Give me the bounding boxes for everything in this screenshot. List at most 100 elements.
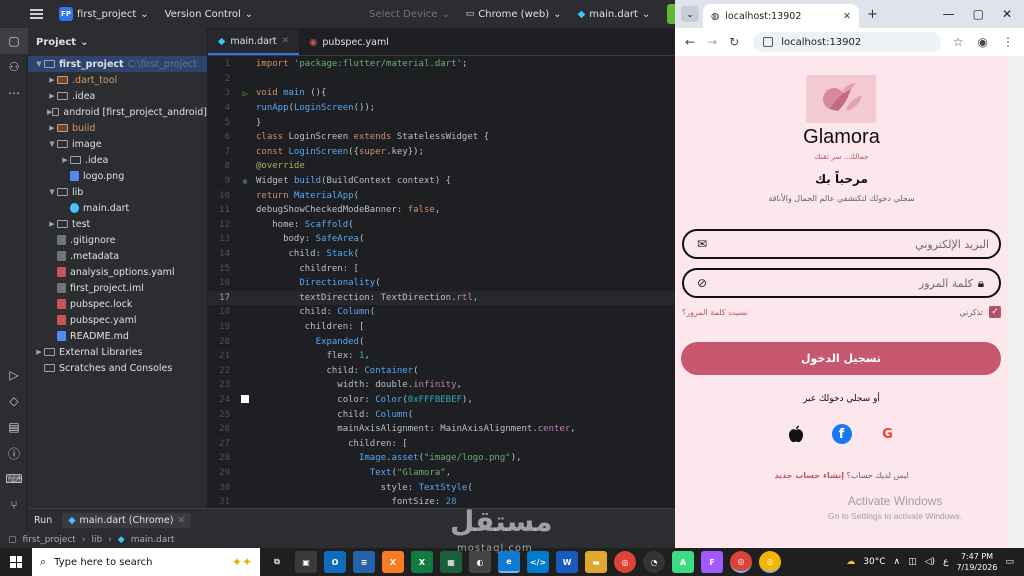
chevron-right-icon[interactable]: ▶ [47,76,57,84]
line-number[interactable]: 16 [208,278,234,288]
profile-icon[interactable]: ◉ [978,35,988,49]
project-tool-icon[interactable]: ▢ [0,28,28,54]
line-number[interactable]: 18 [208,307,234,317]
line-number[interactable]: 14 [208,249,234,259]
override-gutter-icon[interactable]: ⊚ [243,177,248,186]
line-number[interactable]: 27 [208,439,234,449]
tab-main-dart[interactable]: ◆ main.dart ✕ [208,29,300,55]
tree-item[interactable]: logo.png [28,168,207,184]
store-icon[interactable]: ▣ [295,551,317,573]
word-icon[interactable]: W [556,551,578,573]
line-number[interactable]: 31 [208,497,234,507]
remote-icon[interactable]: ≡ [353,551,375,573]
explorer-icon[interactable]: ▬ [585,551,607,573]
minimize-icon[interactable]: — [943,7,955,21]
tree-item[interactable]: main.dart [28,200,207,216]
tree-item[interactable]: .gitignore [28,232,207,248]
apple-icon[interactable] [786,424,806,444]
tree-item[interactable]: ▼ first_project C:\first_project [28,56,207,72]
gutter[interactable]: ▷ [234,89,256,98]
line-number[interactable]: 4 [208,103,234,113]
email-input[interactable] [710,237,989,251]
maximize-icon[interactable]: ▢ [973,7,984,21]
gutter[interactable] [234,394,256,405]
edge-icon[interactable]: e [498,551,520,573]
create-account-link[interactable]: إنشاء حساب جديد [774,471,844,480]
reload-icon[interactable]: ↻ [729,35,739,49]
tree-item[interactable]: ▶ External Libraries [28,344,207,360]
run-tab[interactable]: ◆ main.dart (Chrome) ✕ [62,513,192,528]
chrome-icon-window[interactable]: ◎ [759,551,781,573]
line-number[interactable]: 29 [208,468,234,478]
line-number[interactable]: 17 [208,293,234,303]
terminal-tool-icon[interactable]: ▤ [0,414,28,440]
device-selector[interactable]: Select Device ⌄ [361,0,458,28]
line-number[interactable]: 21 [208,351,234,361]
password-input[interactable] [710,276,973,290]
remember-me-checkbox[interactable]: ✓ [989,306,1001,318]
breadcrumb-lib[interactable]: lib [91,535,102,545]
tab-pubspec-yaml[interactable]: ◉ pubspec.yaml [299,29,399,55]
chevron-right-icon[interactable]: ▶ [60,156,70,164]
more-tools-icon[interactable]: ⋯ [0,80,28,106]
chevron-down-icon[interactable]: ▼ [47,188,57,196]
android-studio-icon[interactable]: A [672,551,694,573]
outlook-icon[interactable]: O [324,551,346,573]
line-number[interactable]: 11 [208,205,234,215]
line-number[interactable]: 7 [208,147,234,157]
figma-icon[interactable]: F [701,551,723,573]
volume-icon[interactable]: ◁) [925,557,935,567]
notifications-icon[interactable]: ▭ [1005,557,1014,567]
chevron-right-icon[interactable]: ▶ [47,124,57,132]
project-panel-header[interactable]: Project ⌄ [28,28,207,56]
project-switcher[interactable]: FP first_project ⌄ [51,0,157,28]
run-button[interactable] [667,4,675,24]
chrome-icon[interactable]: ◎ [614,551,636,573]
tree-item[interactable]: analysis_options.yaml [28,264,207,280]
line-number[interactable]: 22 [208,366,234,376]
tree-item[interactable]: Scratches and Consoles [28,360,207,376]
taskbar-search[interactable]: ⌕ Type here to search ✦✦ [32,548,260,576]
dev-icon[interactable]: ▦ [440,551,462,573]
browser-tab[interactable]: ◍ localhost:13902 ✕ [703,4,859,28]
address-bar[interactable]: localhost:13902 [753,32,941,52]
line-number[interactable]: 10 [208,191,234,201]
line-number[interactable]: 2 [208,74,234,84]
eye-off-icon[interactable]: ⊘ [694,276,710,290]
browser-target-selector[interactable]: ▭ Chrome (web) ⌄ [458,0,570,28]
tree-item[interactable]: pubspec.lock [28,296,207,312]
weather-temp[interactable]: 30°C [863,557,885,567]
flutter-inspector-icon[interactable]: ◇ [0,388,28,414]
line-number[interactable]: 25 [208,410,234,420]
chevron-down-icon[interactable]: ▼ [34,60,44,68]
back-icon[interactable]: ← [685,35,695,49]
line-number[interactable]: 5 [208,118,234,128]
facebook-icon[interactable]: f [831,424,852,444]
chevron-down-icon[interactable]: ▼ [47,140,57,148]
email-field[interactable]: ✉ [682,229,1001,259]
run-config-selector[interactable]: ◆ main.dart ⌄ [570,0,659,28]
line-number[interactable]: 6 [208,132,234,142]
github-icon[interactable]: ◔ [643,551,665,573]
chevron-right-icon[interactable]: ▶ [34,348,44,356]
tree-item[interactable]: ▶ build [28,120,207,136]
line-number[interactable]: 19 [208,322,234,332]
language-indicator[interactable]: ع [943,557,948,567]
terminal-icon[interactable]: ⌨ [0,466,28,492]
line-number[interactable]: 26 [208,424,234,434]
start-button[interactable] [0,548,32,576]
main-menu-button[interactable] [0,0,51,28]
tree-item[interactable]: ▼ image [28,136,207,152]
line-number[interactable]: 24 [208,395,234,405]
chrome-icon-active[interactable]: ◎ [730,551,752,573]
new-tab-button[interactable]: + [867,7,878,22]
code-area[interactable]: 1 import 'package:flutter/material.dart';… [208,56,675,508]
line-number[interactable]: 30 [208,483,234,493]
close-icon[interactable]: ✕ [177,515,185,526]
tree-item[interactable]: ▶ .idea [28,152,207,168]
google-icon[interactable]: G [878,424,898,444]
run-label[interactable]: Run [34,515,52,526]
remember-me[interactable]: تذكرني ✓ [959,306,1001,318]
vscode-icon[interactable]: </> [527,551,549,573]
tree-item[interactable]: README.md [28,328,207,344]
